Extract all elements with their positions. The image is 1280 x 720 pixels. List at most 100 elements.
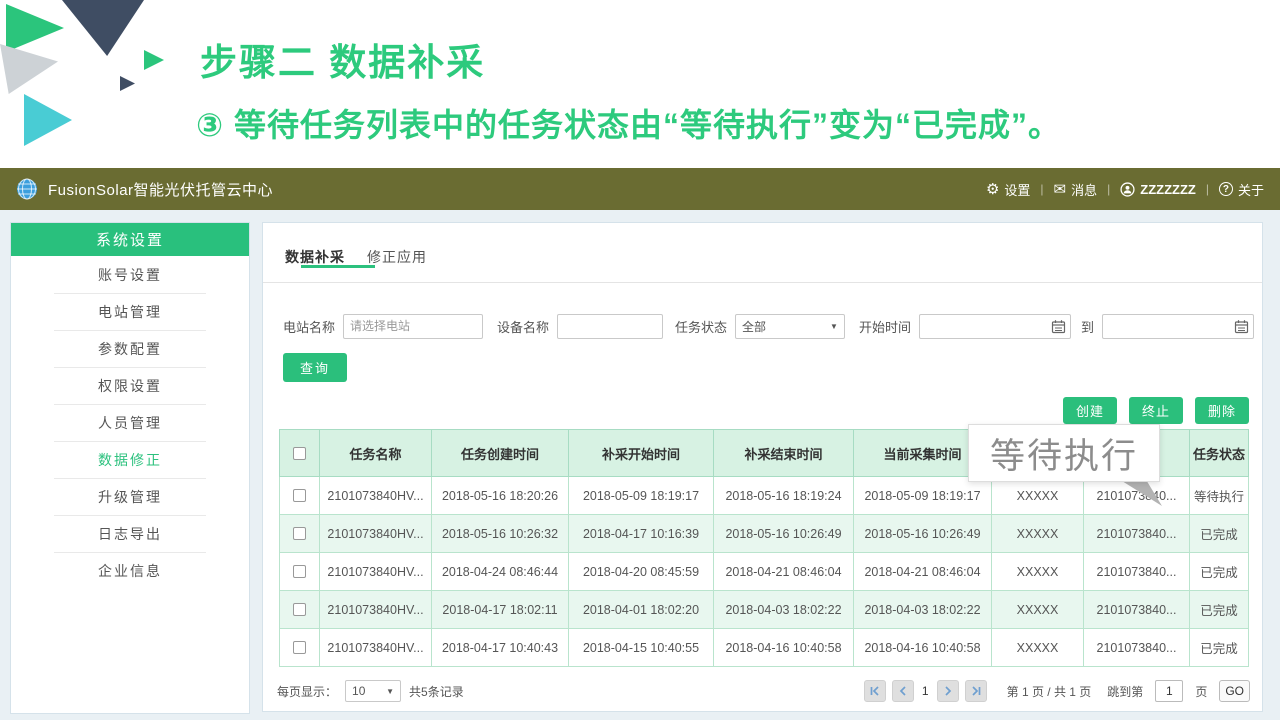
col-recollect-end-time: 补采结束时间: [714, 430, 854, 477]
cell-task-name: 2101073840HV...: [320, 553, 432, 591]
cell-created-time: 2018-04-17 18:02:11: [432, 591, 569, 629]
deco-triangle-gray: [0, 44, 58, 94]
row-checkbox[interactable]: [293, 603, 306, 616]
sidebar-item-upgrade-management[interactable]: 升级管理: [11, 478, 249, 515]
cell-task-name: 2101073840HV...: [320, 477, 432, 515]
tab-data-recollection[interactable]: 数据补采: [285, 247, 345, 267]
col-recollect-start-time: 补采开始时间: [569, 430, 714, 477]
row-checkbox[interactable]: [293, 527, 306, 540]
active-tab-underline: [301, 265, 375, 268]
messages-menu-item[interactable]: ✉ 消息: [1054, 180, 1098, 199]
cell-start-time: 2018-04-15 10:40:55: [569, 629, 714, 667]
sidebar-item-parameter-config[interactable]: 参数配置: [11, 330, 249, 367]
sidebar-item-permission-settings[interactable]: 权限设置: [11, 367, 249, 404]
task-status-value: 全部: [742, 318, 766, 335]
sidebar-header: 系统设置: [11, 223, 249, 256]
user-icon: [1120, 182, 1135, 197]
cell-end-time: 2018-04-03 18:02:22: [714, 591, 854, 629]
topbar-divider: |: [1107, 182, 1110, 196]
station-name-input[interactable]: [343, 314, 483, 339]
select-all-checkbox[interactable]: [293, 447, 306, 460]
cell-current-time: 2018-04-16 10:40:58: [854, 629, 992, 667]
row-checkbox[interactable]: [293, 489, 306, 502]
zoom-callout: 等待执行: [968, 424, 1160, 482]
jump-label: 跳到第: [1107, 683, 1143, 700]
cell-start-time: 2018-04-20 08:45:59: [569, 553, 714, 591]
mail-icon: ✉: [1054, 182, 1067, 197]
to-label: 到: [1081, 317, 1094, 336]
cell-created-time: 2018-04-24 08:46:44: [432, 553, 569, 591]
task-status-select[interactable]: 全部 ▼: [735, 314, 845, 339]
table-row: 2101073840HV... 2018-04-17 10:40:43 2018…: [280, 629, 1249, 667]
sidebar-item-account-settings[interactable]: 账号设置: [11, 256, 249, 293]
chevron-right-icon: [942, 685, 954, 697]
start-time-field: [919, 314, 1071, 339]
calendar-icon[interactable]: [1051, 319, 1066, 334]
start-time-input[interactable]: [919, 314, 1071, 339]
first-page-button[interactable]: [864, 680, 886, 702]
cell-task-name: 2101073840HV...: [320, 629, 432, 667]
gear-icon: ⚙: [986, 182, 999, 197]
last-page-button[interactable]: [965, 680, 987, 702]
cell-task-name: 2101073840HV...: [320, 591, 432, 629]
filter-row: 电站名称 设备名称 任务状态 全部 ▼ 开始时间: [283, 313, 1254, 339]
chevron-left-icon: [897, 685, 909, 697]
col-task-status: 任务状态: [1190, 430, 1249, 477]
calendar-icon[interactable]: [1234, 319, 1249, 334]
delete-button[interactable]: 删除: [1195, 397, 1249, 424]
deco-triangle-dark: [62, 0, 144, 56]
col-task-created-time: 任务创建时间: [432, 430, 569, 477]
prev-page-button[interactable]: [892, 680, 914, 702]
globe-logo-icon: [16, 178, 38, 200]
table-row: 2101073840HV... 2018-04-17 18:02:11 2018…: [280, 591, 1249, 629]
row-checkbox[interactable]: [293, 641, 306, 654]
sidebar-item-plant-management[interactable]: 电站管理: [11, 293, 249, 330]
last-page-icon: [970, 685, 982, 697]
table-row: 2101073840HV... 2018-05-16 10:26:32 2018…: [280, 515, 1249, 553]
sidebar-item-data-correction[interactable]: 数据修正: [11, 441, 249, 478]
go-button[interactable]: GO: [1219, 680, 1250, 702]
cell-device: 2101073840...: [1084, 629, 1190, 667]
cell-station: XXXXX: [992, 553, 1084, 591]
tab-bar: 数据补采 修正应用: [263, 223, 1262, 283]
terminate-button[interactable]: 终止: [1129, 397, 1183, 424]
cell-station: XXXXX: [992, 515, 1084, 553]
start-time-label: 开始时间: [859, 317, 911, 336]
app-brand-title: FusionSolar智能光伏托管云中心: [48, 179, 273, 200]
chevron-down-icon: ▼: [386, 687, 394, 696]
cell-start-time: 2018-04-17 10:16:39: [569, 515, 714, 553]
cell-device: 2101073840...: [1084, 515, 1190, 553]
deco-arrow-dark-icon: [120, 76, 135, 91]
slide-subtitle: ③ 等待任务列表中的任务状态由“等待执行”变为“已完成”。: [196, 100, 1061, 146]
zoom-callout-text: 等待执行: [990, 428, 1138, 479]
settings-label: 设置: [1004, 180, 1030, 199]
tab-correction-apply[interactable]: 修正应用: [367, 247, 427, 267]
cell-current-time: 2018-05-09 18:19:17: [854, 477, 992, 515]
cell-station: XXXXX: [992, 629, 1084, 667]
col-task-name: 任务名称: [320, 430, 432, 477]
settings-menu-item[interactable]: ⚙ 设置: [986, 180, 1030, 199]
about-menu-item[interactable]: ? 关于: [1219, 180, 1264, 199]
create-button[interactable]: 创建: [1063, 397, 1117, 424]
topbar-divider: |: [1206, 182, 1209, 196]
page-size-label: 每页显示：: [277, 683, 337, 700]
row-checkbox[interactable]: [293, 565, 306, 578]
cell-current-time: 2018-04-21 08:46:04: [854, 553, 992, 591]
end-time-input[interactable]: [1102, 314, 1254, 339]
end-time-field: [1102, 314, 1254, 339]
table-row: 2101073840HV... 2018-05-16 18:20:26 2018…: [280, 477, 1249, 515]
page-size-select[interactable]: 10 ▼: [345, 680, 401, 702]
table-row: 2101073840HV... 2018-04-24 08:46:44 2018…: [280, 553, 1249, 591]
sidebar-item-enterprise-info[interactable]: 企业信息: [11, 552, 249, 589]
device-name-input[interactable]: [557, 314, 663, 339]
query-button[interactable]: 查询: [283, 353, 347, 382]
cell-status: 已完成: [1190, 515, 1249, 553]
page-unit-label: 页: [1195, 683, 1207, 700]
next-page-button[interactable]: [937, 680, 959, 702]
jump-page-input[interactable]: [1155, 680, 1183, 702]
slide-header: 步骤二 数据补采 ③ 等待任务列表中的任务状态由“等待执行”变为“已完成”。: [0, 0, 1280, 168]
sidebar-item-personnel-management[interactable]: 人员管理: [11, 404, 249, 441]
sidebar-item-log-export[interactable]: 日志导出: [11, 515, 249, 552]
user-menu-item[interactable]: ZZZZZZZ: [1120, 182, 1196, 197]
cell-task-name: 2101073840HV...: [320, 515, 432, 553]
